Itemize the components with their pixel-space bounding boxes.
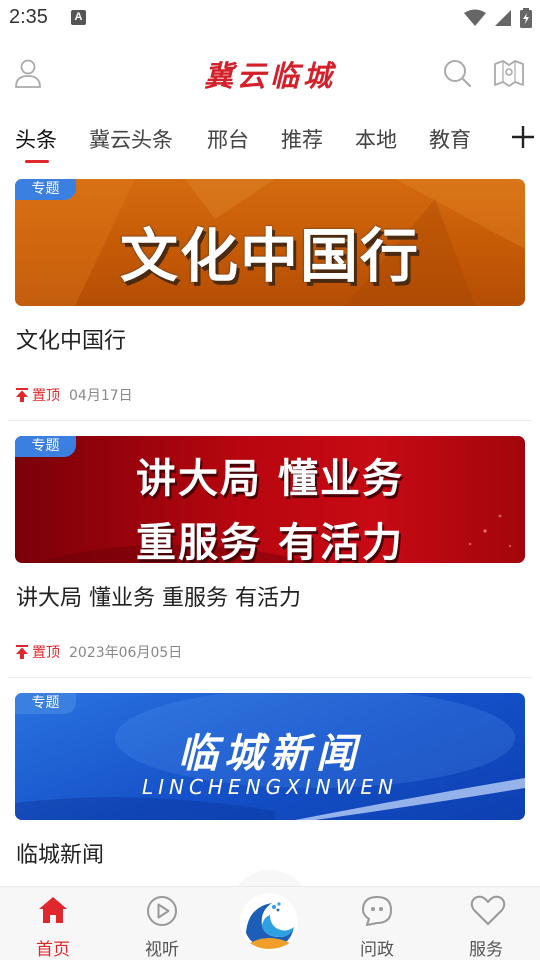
add-channel-icon[interactable] <box>508 122 538 152</box>
home-icon <box>39 897 67 923</box>
card-meta: 置顶 04月17日 <box>15 385 133 405</box>
wifi-icon <box>464 9 486 26</box>
nav-home-label: 首页 <box>36 940 70 960</box>
banner-title: 文化中国行 <box>119 222 420 290</box>
publish-date: 2023年06月05日 <box>69 645 183 661</box>
active-tab-indicator <box>25 160 49 163</box>
wave-logo-icon <box>241 894 297 950</box>
channel-tabs: 头条 冀云头条 邢台 推荐 本地 教育 创 <box>0 108 540 170</box>
map-icon[interactable] <box>493 58 525 88</box>
app-header: 冀云临城 <box>0 38 540 108</box>
banner-line-2: 重服务 有活力 <box>136 519 404 563</box>
divider <box>8 677 532 678</box>
divider <box>8 420 532 421</box>
feed-card[interactable]: 专题 文化中国行 文化中国行 置顶 04月17日 <box>0 179 540 436</box>
status-bar: 2:35 A <box>0 0 540 38</box>
topic-badge: 专题 <box>15 179 76 200</box>
signal-icon <box>495 10 511 26</box>
card-banner[interactable]: 专题 文化中国行 <box>15 179 525 306</box>
topic-badge: 专题 <box>15 436 76 457</box>
pin-label: 置顶 <box>32 645 60 661</box>
heart-icon <box>470 895 506 925</box>
status-time: 2:35 <box>9 6 48 28</box>
search-icon[interactable] <box>442 58 472 88</box>
tab-education[interactable]: 教育 <box>429 124 471 154</box>
tab-recommend[interactable]: 推荐 <box>281 124 323 154</box>
tab-local[interactable]: 本地 <box>355 124 397 154</box>
tab-headline[interactable]: 头条 <box>15 124 57 154</box>
card-title[interactable]: 文化中国行 <box>16 323 126 355</box>
status-icons <box>464 6 532 30</box>
tab-xingtai[interactable]: 邢台 <box>207 124 249 154</box>
nav-service-label: 服务 <box>469 940 503 960</box>
card-title[interactable]: 讲大局 懂业务 重服务 有活力 <box>16 580 301 612</box>
nav-service[interactable]: 服务 <box>446 887 526 960</box>
battery-icon <box>520 8 532 28</box>
notification-icon: A <box>71 10 86 25</box>
nav-home[interactable]: 首页 <box>13 887 93 960</box>
nav-inquiry-label: 问政 <box>360 940 394 960</box>
card-banner[interactable]: 专题 讲大局 懂业务 重服务 有活力 <box>15 436 525 563</box>
chat-icon <box>362 896 392 926</box>
card-banner[interactable]: 专题 临城新闻 LINCHENGXINWEN <box>15 693 525 820</box>
publish-date: 04月17日 <box>69 388 133 404</box>
pin-label: 置顶 <box>32 388 60 404</box>
center-logo-button[interactable] <box>240 893 298 951</box>
play-icon <box>147 896 177 926</box>
pin-top-icon <box>16 645 28 659</box>
nav-media[interactable]: 视听 <box>122 887 202 960</box>
banner-title: 临城新闻 <box>178 731 362 777</box>
feed-card[interactable]: 专题 讲大局 懂业务 重服务 有活力 讲大局 懂业务 重服务 有活力 置顶 20… <box>0 436 540 693</box>
nav-inquiry[interactable]: 问政 <box>337 887 417 960</box>
card-meta: 置顶 2023年06月05日 <box>15 642 182 662</box>
news-feed: 专题 文化中国行 文化中国行 置顶 04月17日 专题 讲大局 懂业务 重服务 … <box>0 179 540 950</box>
pin-top-icon <box>16 388 28 402</box>
banner-line-1: 讲大局 懂业务 <box>136 455 404 502</box>
banner-subtitle: LINCHENGXINWEN <box>141 775 399 799</box>
nav-media-label: 视听 <box>145 940 179 960</box>
card-title[interactable]: 临城新闻 <box>16 837 104 869</box>
tab-jiyun-headline[interactable]: 冀云头条 <box>89 124 173 154</box>
topic-badge: 专题 <box>15 693 76 714</box>
